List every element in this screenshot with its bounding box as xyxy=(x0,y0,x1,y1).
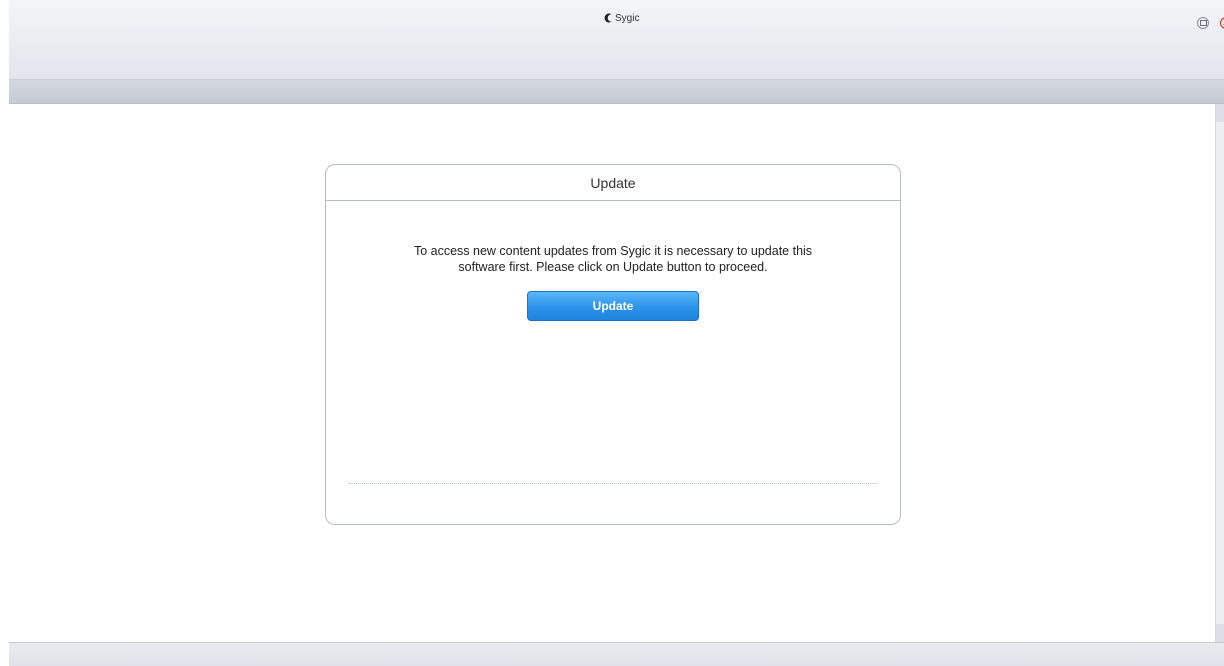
app-window: Sygic x Update To access new content upd… xyxy=(0,0,1224,666)
scroll-down-arrow[interactable] xyxy=(1216,624,1224,642)
update-dialog: Update To access new content updates fro… xyxy=(325,164,901,525)
dialog-title: Update xyxy=(326,165,900,201)
main-content: Update To access new content updates fro… xyxy=(9,104,1215,642)
logo-text: Sygic xyxy=(615,12,640,24)
close-icon[interactable]: x xyxy=(1220,17,1224,29)
update-message: To access new content updates from Sygic… xyxy=(346,243,880,275)
toolbar xyxy=(9,80,1224,104)
sygic-logo: Sygic xyxy=(604,10,639,26)
restore-icon[interactable] xyxy=(1197,17,1209,29)
window-left-edge xyxy=(0,0,9,666)
scroll-up-arrow[interactable] xyxy=(1216,104,1224,122)
dialog-divider xyxy=(349,483,877,484)
title-bar: Sygic x xyxy=(9,0,1224,80)
status-bar xyxy=(9,642,1224,666)
update-button[interactable]: Update xyxy=(527,291,699,321)
vertical-scrollbar[interactable] xyxy=(1215,104,1224,642)
message-line-1: To access new content updates from Sygic… xyxy=(413,244,813,258)
sygic-logo-icon xyxy=(604,13,612,23)
message-line-2: software first. Please click on Update b… xyxy=(458,260,768,274)
